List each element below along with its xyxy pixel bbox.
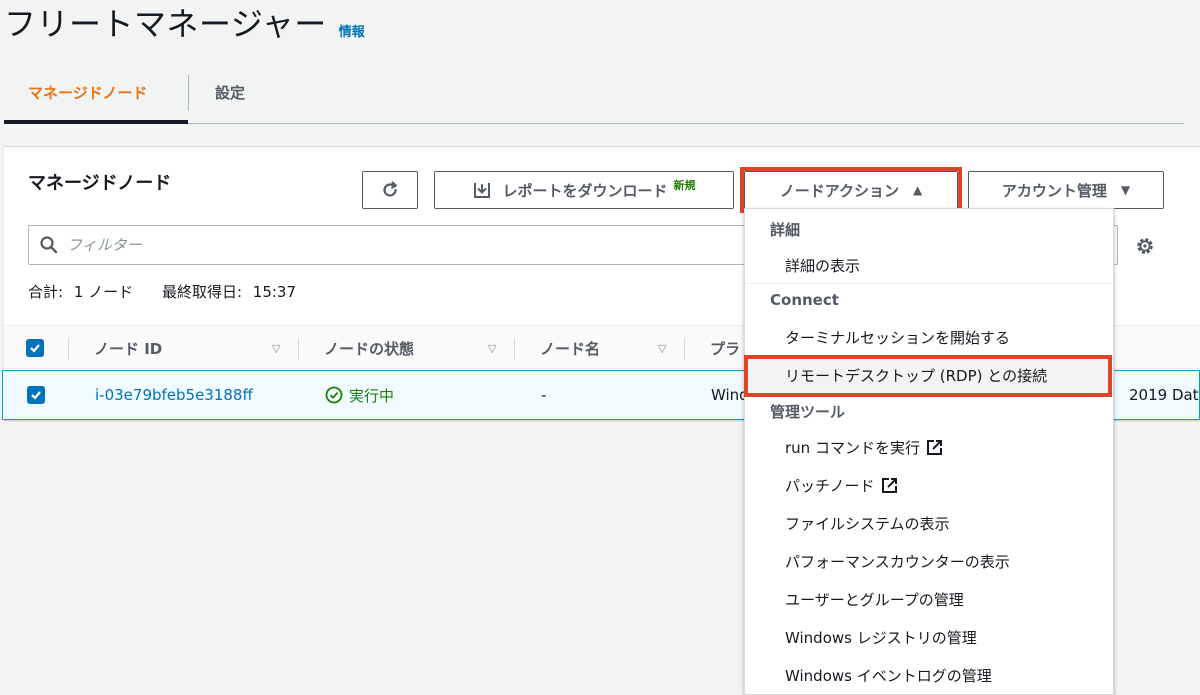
column-node-name[interactable]: ノード名 ▽	[540, 326, 684, 370]
refresh-button[interactable]	[362, 171, 418, 209]
menu-divider	[745, 283, 1113, 284]
panel-title: マネージドノード	[28, 173, 172, 194]
new-badge: 新規	[673, 179, 696, 192]
menu-item-rdp-connect[interactable]: リモートデスクトップ (RDP) との接続	[785, 365, 1047, 386]
menu-item-patch-node[interactable]: パッチノード	[785, 475, 898, 496]
caret-down-icon: ▼	[1120, 183, 1131, 197]
platform-detail-cell: 2019 Dat	[1129, 386, 1199, 404]
menu-item-manage-registry[interactable]: Windows レジストリの管理	[785, 627, 977, 648]
column-divider	[68, 338, 69, 360]
column-node-status[interactable]: ノードの状態 ▽	[324, 326, 514, 370]
total-value: 1 ノード	[73, 283, 134, 301]
column-node-status-label: ノードの状態	[324, 339, 415, 358]
row-checkbox[interactable]	[27, 386, 45, 404]
last-fetched-label: 最終取得日:	[161, 283, 242, 301]
search-icon	[40, 236, 58, 254]
status-running: 実行中	[325, 385, 394, 406]
tab-managed-nodes[interactable]: マネージドノード	[4, 62, 188, 124]
check-circle-icon	[325, 386, 343, 404]
row-select-cell	[27, 371, 45, 419]
sort-icon: ▽	[488, 341, 497, 355]
column-divider	[684, 338, 685, 360]
select-all-cell	[26, 326, 44, 370]
menu-item-view-details[interactable]: 詳細の表示	[785, 255, 860, 276]
node-actions-label: ノードアクション	[779, 181, 900, 200]
page-title: フリートマネージャー	[4, 5, 327, 43]
status-text: 実行中	[349, 386, 395, 405]
external-link-icon	[926, 440, 942, 455]
refresh-icon	[383, 181, 397, 197]
info-link[interactable]: 情報	[339, 21, 365, 40]
total-label: 合計:	[28, 283, 64, 301]
node-actions-button[interactable]: ノードアクション ▲	[744, 171, 958, 209]
download-report-button[interactable]: レポートをダウンロード 新規	[434, 171, 734, 209]
node-actions-menu: 詳細 詳細の表示 Connect ターミナルセッションを開始する リモートデスク…	[744, 208, 1114, 695]
column-node-id-label: ノード ID	[94, 339, 163, 358]
column-node-id[interactable]: ノード ID ▽	[94, 326, 298, 370]
column-divider	[298, 338, 299, 360]
menu-item-patch-node-label: パッチノード	[785, 477, 875, 495]
menu-item-run-command[interactable]: run コマンドを実行	[785, 437, 943, 458]
menu-item-manage-event-logs[interactable]: Windows イベントログの管理	[785, 665, 992, 686]
select-all-checkbox[interactable]	[26, 339, 44, 357]
node-name-cell: -	[541, 386, 547, 404]
node-status-cell: 実行中	[325, 371, 394, 419]
menu-group-connect: Connect	[770, 291, 839, 309]
node-id-link[interactable]: i-03e79bfeb5e3188ff	[95, 386, 253, 404]
check-icon	[31, 391, 41, 400]
gear-icon[interactable]	[1134, 235, 1156, 257]
column-divider	[514, 338, 515, 360]
menu-item-run-command-label: run コマンドを実行	[785, 439, 920, 457]
caret-up-icon: ▲	[913, 183, 923, 197]
account-management-label: アカウント管理	[1001, 181, 1107, 200]
download-report-label: レポートをダウンロード	[502, 181, 668, 200]
menu-item-manage-users-groups[interactable]: ユーザーとグループの管理	[785, 589, 964, 610]
column-platform[interactable]: プラ	[710, 326, 740, 370]
page-header: フリートマネージャー 情報	[4, 2, 365, 46]
column-node-name-label: ノード名	[540, 339, 601, 358]
menu-item-view-perf-counters[interactable]: パフォーマンスカウンターの表示	[785, 551, 1010, 572]
menu-item-view-filesystem[interactable]: ファイルシステムの表示	[785, 513, 950, 534]
tab-bar: マネージドノード 設定	[4, 62, 1184, 124]
menu-group-details: 詳細	[770, 221, 801, 239]
summary-line: 合計: 1 ノード 最終取得日: 15:37	[28, 281, 302, 302]
column-platform-label: プラ	[710, 339, 741, 358]
last-fetched-value: 15:37	[252, 283, 297, 301]
menu-group-management-tools: 管理ツール	[770, 403, 846, 421]
node-id-cell: i-03e79bfeb5e3188ff	[95, 371, 253, 419]
sort-icon: ▽	[272, 341, 281, 355]
account-management-button[interactable]: アカウント管理 ▼	[968, 171, 1164, 209]
download-icon	[474, 183, 491, 198]
menu-item-start-terminal[interactable]: ターミナルセッションを開始する	[785, 327, 1010, 348]
tab-settings[interactable]: 設定	[189, 62, 245, 123]
sort-icon: ▽	[658, 341, 667, 355]
check-icon	[30, 344, 40, 353]
external-link-icon	[881, 478, 897, 493]
